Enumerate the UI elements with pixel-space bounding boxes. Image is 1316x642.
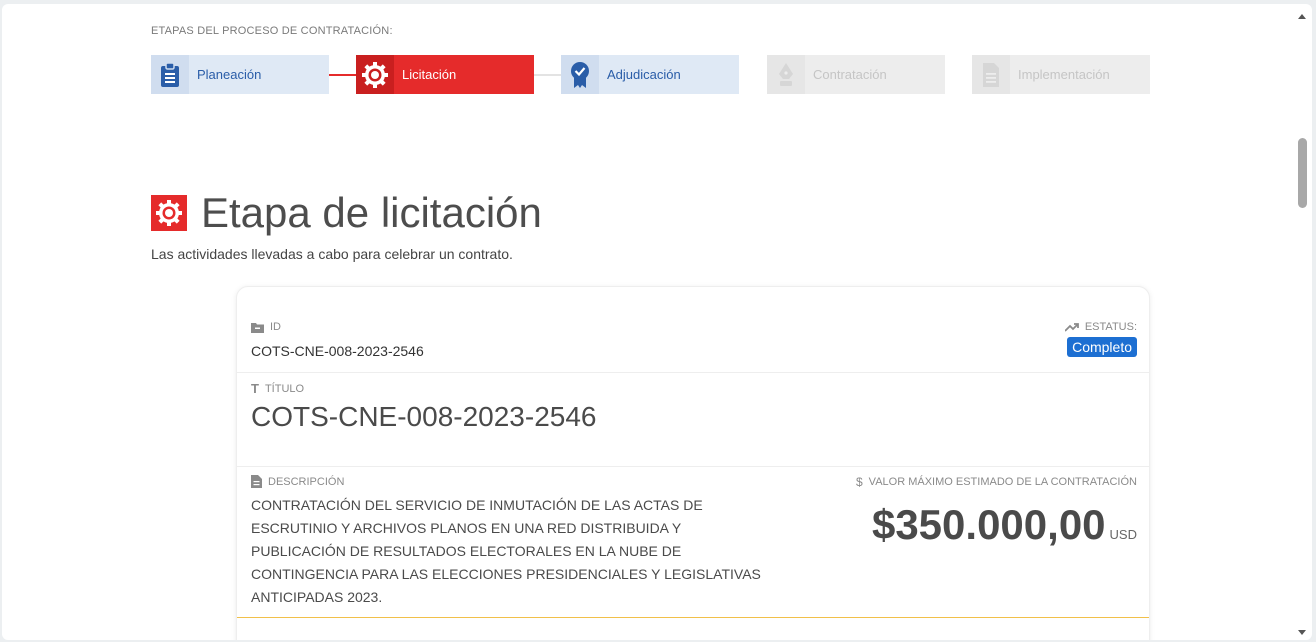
scrollbar-thumb[interactable] (1298, 138, 1307, 208)
amount: $350.000,00 (871, 501, 1106, 548)
pen-nib-icon (767, 55, 805, 94)
divider (237, 372, 1149, 373)
stage-label: Contratación (813, 67, 887, 82)
stage-implementacion[interactable]: Implementación (972, 55, 1150, 94)
stages-label: ETAPAS DEL PROCESO DE CONTRATACIÓN: (151, 25, 393, 37)
divider (237, 466, 1149, 467)
clipboard-icon (151, 55, 189, 94)
document-icon (251, 475, 262, 488)
status-badge: Completo (1067, 337, 1137, 357)
text-icon: T (251, 381, 259, 396)
connector-2 (534, 74, 561, 76)
gear-icon (151, 195, 187, 231)
document-icon (972, 55, 1010, 94)
scroll-up-arrow-icon[interactable] (1298, 14, 1306, 19)
title-value: COTS-CNE-008-2023-2546 (251, 401, 597, 432)
description-value: CONTRATACIÓN DEL SERVICIO DE INMUTACIÓN … (251, 497, 761, 605)
page-subtitle: Las actividades llevadas a cabo para cel… (151, 246, 513, 262)
trending-up-icon (1064, 323, 1079, 332)
currency: USD (1109, 527, 1137, 542)
stage-label: Planeación (197, 67, 262, 82)
stage-contratacion[interactable]: Contratación (767, 55, 945, 94)
title-label: T TÍTULO (251, 381, 305, 396)
stage-label: Licitación (402, 67, 457, 82)
scroll-down-arrow-icon[interactable] (1298, 630, 1306, 635)
scrollbar[interactable] (1296, 8, 1308, 640)
stages-stepper: Planeación Licitación Adjudicación Contr… (151, 55, 1151, 94)
stage-planeacion[interactable]: Planeación (151, 55, 329, 94)
value-label: $ VALOR MÁXIMO ESTIMADO DE LA CONTRATACI… (855, 475, 1137, 489)
id-label: ID (251, 321, 281, 333)
page-header: Etapa de licitación (151, 189, 542, 237)
stage-label: Adjudicación (607, 67, 681, 82)
section-divider-gold (237, 617, 1149, 618)
gear-icon (356, 55, 394, 94)
folder-icon (251, 322, 264, 333)
description-label: DESCRIPCIÓN (251, 475, 344, 488)
page-frame: ETAPAS DEL PROCESO DE CONTRATACIÓN: Plan… (2, 4, 1312, 640)
status-label: ESTATUS: (1064, 321, 1137, 333)
id-value: COTS-CNE-008-2023-2546 (251, 343, 424, 359)
award-badge-icon (561, 55, 599, 94)
page-title: Etapa de licitación (201, 189, 542, 236)
connector-1 (329, 74, 356, 76)
tender-card: ID COTS-CNE-008-2023-2546 ESTATUS: Compl… (236, 286, 1150, 640)
stage-licitacion[interactable]: Licitación (356, 55, 534, 94)
stage-adjudicacion[interactable]: Adjudicación (561, 55, 739, 94)
value-amount: $350.000,00 USD (872, 501, 1137, 549)
dollar-icon: $ (855, 475, 863, 489)
stage-label: Implementación (1018, 67, 1110, 82)
